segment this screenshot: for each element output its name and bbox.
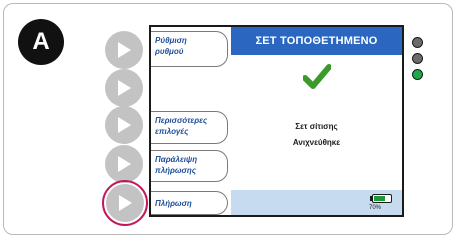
menu-item-more-options[interactable]: Περισσότερες επιλογές bbox=[151, 111, 228, 144]
menu-item-label: Ρύθμιση bbox=[155, 36, 187, 45]
play-icon bbox=[118, 156, 131, 172]
softkey-button-2[interactable] bbox=[105, 69, 143, 107]
status-panel: ΣΕΤ ΤΟΠΟΘΕΤΗΜΕΝΟ Σετ σίτισης Ανιχνεύθηκε… bbox=[231, 27, 402, 215]
indicator-light-1 bbox=[412, 37, 423, 48]
softkey-button-4[interactable] bbox=[105, 145, 143, 183]
battery-icon bbox=[372, 194, 392, 203]
softkey-button-3[interactable] bbox=[105, 106, 143, 144]
battery-level-fill bbox=[374, 196, 386, 201]
battery-percent: 70% bbox=[369, 205, 382, 211]
menu-item-label: Περισσότερες bbox=[155, 116, 208, 125]
play-icon bbox=[118, 42, 131, 58]
play-icon bbox=[118, 80, 131, 96]
menu-item-label: Πλήρωση bbox=[155, 199, 192, 208]
highlight-ring bbox=[102, 180, 148, 226]
menu-item-label: ρυθμού bbox=[155, 47, 184, 56]
menu-item-skip-prime[interactable]: Παράλειψη πλήρωσης bbox=[151, 150, 228, 182]
menu-item-prime[interactable]: Πλήρωση bbox=[151, 191, 228, 215]
status-body: Σετ σίτισης Ανιχνεύθηκε bbox=[231, 55, 402, 190]
status-message-detail: Ανιχνεύθηκε bbox=[292, 138, 341, 147]
check-icon bbox=[303, 64, 331, 89]
indicator-light-2 bbox=[412, 53, 423, 64]
screen-title: ΣΕΤ ΤΟΠΟΘΕΤΗΜΕΝΟ bbox=[231, 27, 402, 55]
status-message: Σετ σίτισης bbox=[295, 122, 338, 131]
status-footer: 70% bbox=[231, 190, 402, 215]
softkey-button-1[interactable] bbox=[105, 31, 143, 69]
menu-item-set-rate[interactable]: Ρύθμιση ρυθμού bbox=[151, 31, 228, 67]
menu-item-label: πλήρωσης bbox=[155, 166, 197, 175]
menu-item-label: Παράλειψη bbox=[155, 155, 198, 164]
softkey-menu: Ρύθμιση ρυθμού Περισσότερες επιλογές Παρ… bbox=[151, 27, 231, 215]
indicator-light-3 bbox=[412, 69, 423, 80]
play-icon bbox=[118, 117, 131, 133]
step-badge: A bbox=[18, 19, 64, 65]
menu-item-label: επιλογές bbox=[155, 127, 189, 136]
device-screen: Ρύθμιση ρυθμού Περισσότερες επιλογές Παρ… bbox=[149, 25, 404, 217]
